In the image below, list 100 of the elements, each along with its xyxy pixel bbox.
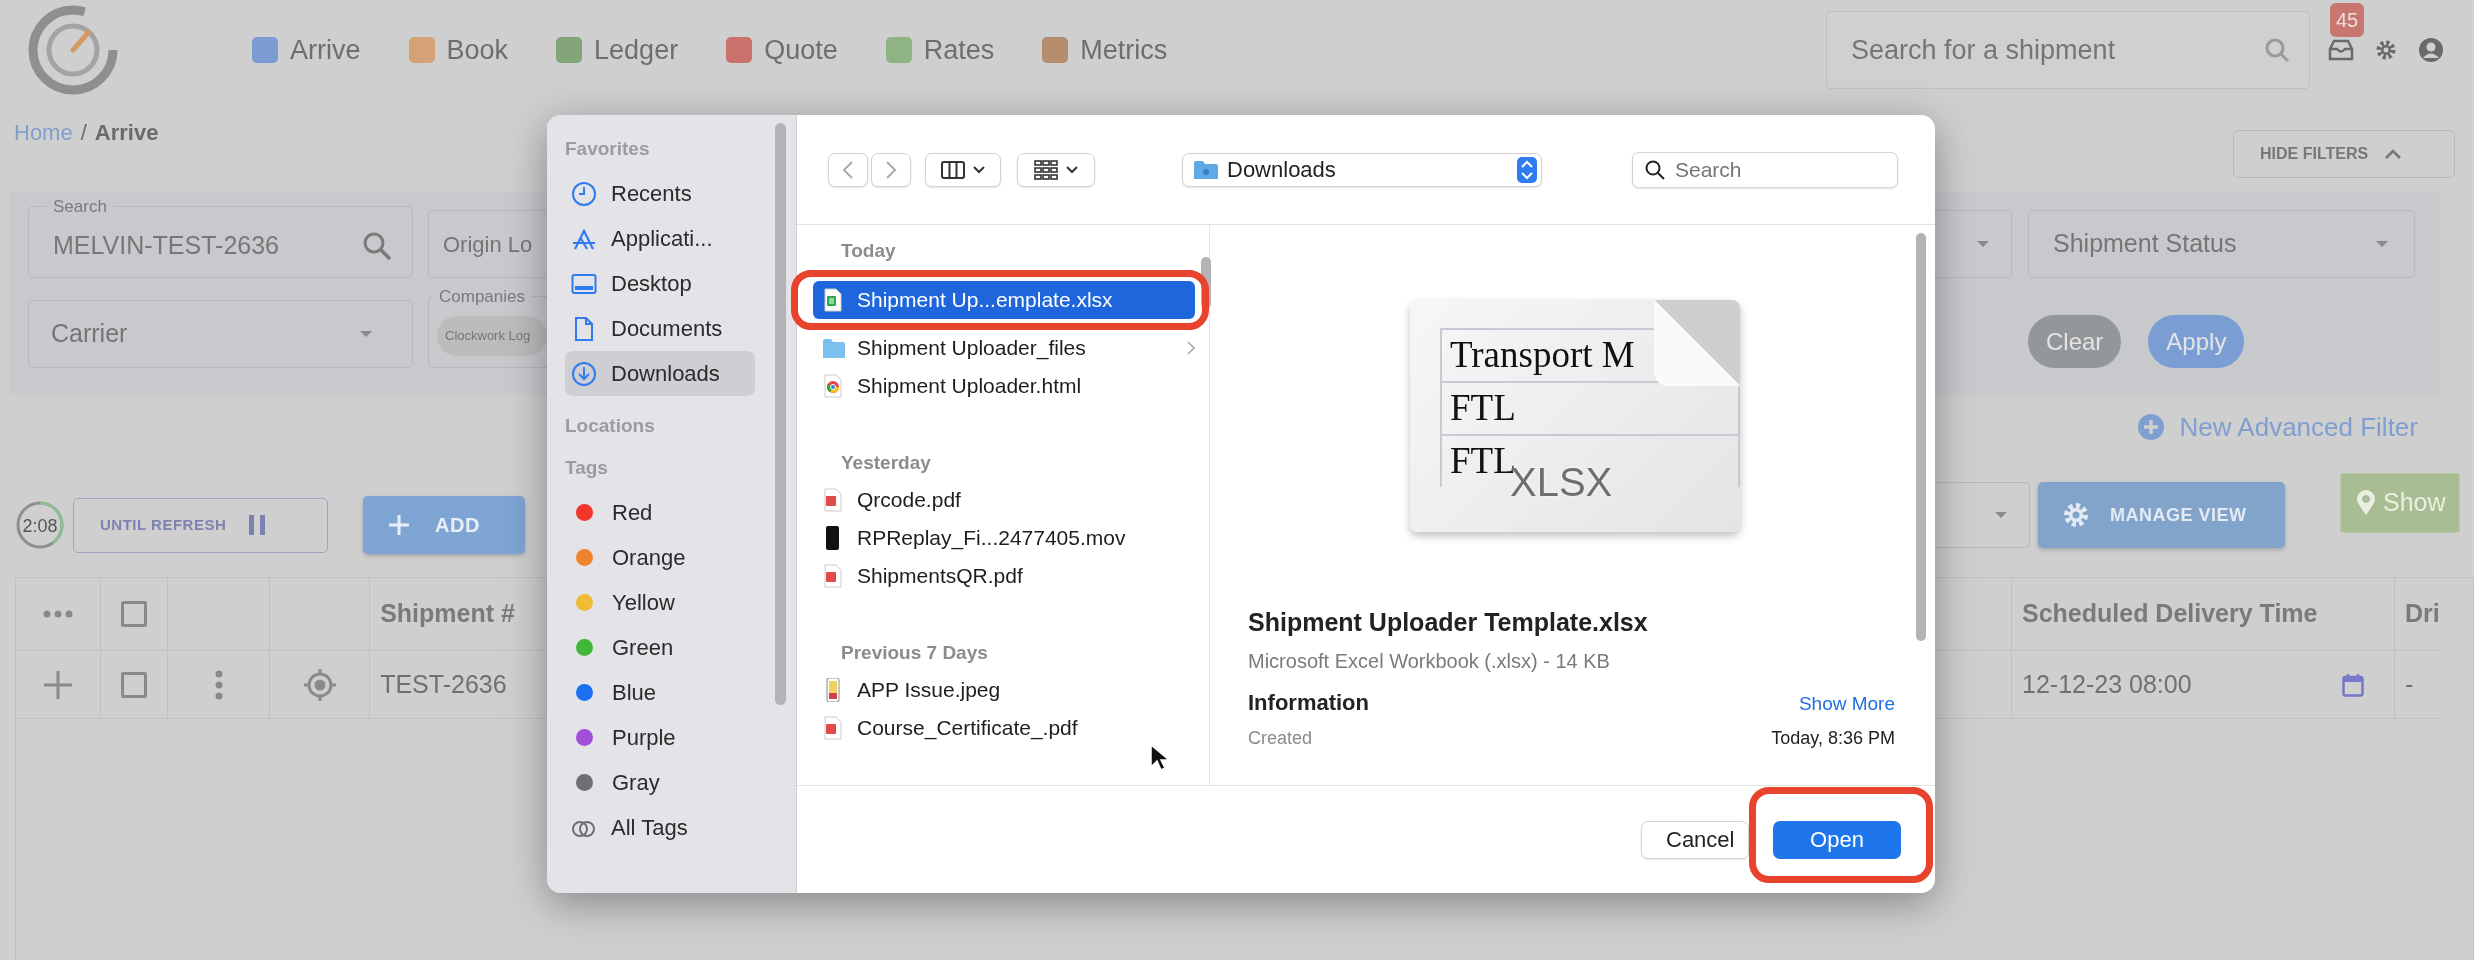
forward-button[interactable] [871,152,911,187]
file-row[interactable]: Shipment Uploader_files [813,329,1195,367]
sidebar-item[interactable]: Orange [565,535,755,580]
company-chip[interactable]: Clockwork Log [437,316,547,356]
sidebar-item[interactable]: Desktop [565,261,755,306]
checkbox[interactable] [121,671,148,698]
sidebar-item[interactable]: Purple [565,715,755,760]
chevron-down-icon [1066,165,1078,174]
file-row[interactable]: ShipmentsQR.pdf [813,557,1195,595]
nav-link[interactable]: Rates [923,29,995,71]
columns-icon [941,160,965,179]
caret-icon [360,331,372,337]
file-group-title: Yesterday [840,450,932,475]
file-row[interactable]: Shipment Uploader.html [813,367,1195,405]
nav-link[interactable]: Metrics [1080,29,1168,71]
info-label: Created [1248,726,1313,750]
chevron-right-icon [1187,341,1195,355]
file-row[interactable]: RPReplay_Fi...2477405.mov [813,519,1195,557]
sidebar-item[interactable]: Recents [565,171,755,216]
download-icon [571,360,597,387]
chevron-left-icon [842,159,854,180]
search-input[interactable]: MELVIN-TEST-2636 [51,226,362,266]
caret-icon [1977,241,1989,247]
file-row[interactable]: Qrcode.pdf [813,481,1195,519]
field-label: Search [52,198,108,215]
plus-icon [389,515,409,535]
account-icon[interactable] [2418,37,2444,63]
plus-circle-icon [2137,414,2164,440]
column-header: Dri [2395,578,2440,651]
sidebar-section-title: Locations [565,414,656,438]
settings-icon [2062,501,2090,529]
search-field[interactable]: Search [1632,151,1898,188]
file-group-title: Today [840,238,897,263]
sidebar-item[interactable]: Applicati... [565,216,755,261]
crosshair-icon[interactable] [302,667,337,702]
group-view-button[interactable] [1017,152,1095,187]
clock-icon [571,180,597,207]
spreadsheet-file-icon [823,288,845,312]
column-header: Scheduled Delivery Time [2012,578,2395,651]
scrollbar[interactable] [1916,233,1926,641]
nav-link[interactable]: Arrive [290,29,361,71]
kebab-menu-icon[interactable] [214,669,223,700]
caret-icon [2376,241,2388,247]
table-cell: - [2395,651,2440,719]
pause-icon [248,515,267,535]
sidebar-item[interactable]: Documents [565,306,755,351]
sidebar-item[interactable]: Blue [565,670,755,715]
plus-icon[interactable] [44,670,73,699]
search-icon [2264,37,2290,63]
thumbnail-text: FTL [1450,386,1516,430]
show-more-link[interactable]: Show More [1798,689,1895,718]
open-button[interactable]: Open [1773,820,1901,859]
companies-field[interactable]: Companies Clockwork Log [428,288,547,368]
field-label: Companies [438,288,526,305]
notification-count: 45 [2330,3,2365,37]
file-name: Shipment Uploader Template.xlsx [1248,607,1649,638]
search-field[interactable]: Search MELVIN-TEST-2636 [28,198,413,278]
grid-icon [1034,159,1058,180]
file-row[interactable]: Shipment Up...emplate.xlsx [813,281,1195,319]
sidebar-item[interactable]: Gray [565,760,755,805]
location-popup[interactable]: Downloads [1182,152,1542,187]
info-value: Today, 8:36 PM [1771,726,1895,750]
sidebar-item[interactable]: Downloads [565,351,755,396]
carrier-select[interactable]: Carrier [28,300,413,368]
map-pin-icon [2357,490,2375,516]
cancel-button[interactable]: Cancel [1641,820,1749,859]
sidebar-item[interactable]: All Tags [565,805,755,850]
hide-filters-button[interactable]: HIDE FILTERS [2233,130,2455,178]
file-row[interactable]: Course_Certificate_.pdf [813,709,1195,747]
breadcrumb-separator: / [80,119,87,147]
scrollbar[interactable] [775,123,786,705]
sidebar-item[interactable]: Yellow [565,580,755,625]
caret-icon [1995,512,2007,518]
settings-icon[interactable] [2374,38,2398,62]
nav-link[interactable]: Ledger [594,29,679,71]
chevron-down-icon [973,165,985,174]
more-icon[interactable] [43,610,74,618]
stepper-icon [1517,156,1537,183]
file-row[interactable]: APP Issue.jpeg [813,671,1195,709]
inbox-icon[interactable] [2328,39,2354,61]
sidebar-item[interactable]: Red [565,490,755,535]
search-field[interactable]: Search for a shipment [1826,11,2310,89]
calendar-icon[interactable] [2342,672,2364,697]
sidebar-section-title: Favorites [565,137,651,161]
file-group-title: Previous 7 Days [840,640,989,665]
back-button[interactable] [828,152,868,187]
nav-link[interactable]: Quote [764,29,838,71]
pdf-file-icon [823,716,845,740]
pdf-file-icon [823,564,845,588]
nav-link[interactable]: Book [446,29,509,71]
pdf-file-icon [823,488,845,512]
checkbox[interactable] [121,601,148,627]
countdown-timer: 2:08 [15,500,65,550]
file-details: Microsoft Excel Workbook (.xlsx) - 14 KB [1248,648,1611,674]
browser-file-icon [823,374,845,398]
folder-icon [1193,158,1219,181]
column-view-button[interactable] [925,152,1001,187]
sidebar-item[interactable]: Green [565,625,755,670]
chevron-right-icon [885,159,897,180]
shipment-status-select[interactable]: Shipment Status [2028,210,2415,278]
